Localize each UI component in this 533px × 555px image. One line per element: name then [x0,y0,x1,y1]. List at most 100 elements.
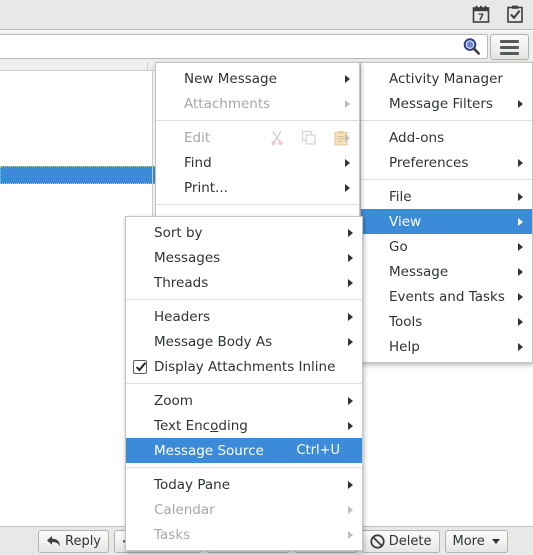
menu-separator [361,120,532,121]
search-icon[interactable] [462,37,481,56]
menu-item-help-label: Help [389,338,420,355]
menu-item-file-label: File [389,188,412,205]
menu-item-edit-label: Edit [184,129,211,146]
menu-item-find-label: Find [184,154,212,171]
submenu-arrow-icon [345,74,350,83]
view-menu-item-headers[interactable]: Headers [126,304,362,329]
hamburger-icon-bar [500,45,519,49]
menu-item-message[interactable]: Message [361,259,532,284]
menu-separator [126,299,362,300]
view-menu-item-messages-label: Messages [154,249,221,266]
menu-separator [156,120,359,121]
view-menu-item-headers-label: Headers [154,308,211,325]
menu-item-view-label: View [389,213,422,230]
menu-item-file[interactable]: File [361,184,532,209]
submenu-arrow-icon [345,158,350,167]
menu-item-message-filters[interactable]: Message Filters [361,91,532,116]
menu-item-new-message-label: New Message [184,70,277,87]
delete-button-label: Delete [388,533,432,549]
reply-button-label: Reply [65,533,102,549]
hamburger-icon-bar [500,51,519,55]
submenu-arrow-icon [345,133,350,142]
menu-item-attachments: Attachments [156,91,359,116]
submenu-arrow-icon [518,292,523,301]
menu-item-edit: Edit [156,125,359,150]
submenu-arrow-icon [348,337,353,346]
view-menu-item-calendar: Calendar [126,497,362,522]
menu-item-preferences-label: Preferences [389,154,469,171]
menu-item-go[interactable]: Go [361,234,532,259]
svg-text:7: 7 [478,13,484,23]
view-menu-item-today-pane[interactable]: Today Pane [126,472,362,497]
submenu-arrow-icon [348,312,353,321]
menu-item-help[interactable]: Help [361,334,532,359]
hamburger-icon-bar [500,39,519,43]
submenu-arrow-icon [518,217,523,226]
view-menu-item-text-encoding[interactable]: Text Encoding [126,413,362,438]
menu-item-add-ons-label: Add-ons [389,129,445,146]
menu-item-message-label: Message [389,263,449,280]
view-menu-item-message-body-as[interactable]: Message Body As [126,329,362,354]
menu-item-activity-manager[interactable]: Activity Manager [361,66,532,91]
delete-button[interactable]: Delete [361,529,440,553]
app-menu-left-panel: New MessageAttachmentsEditFindPrint...Sa… [155,62,360,238]
menu-item-events-and-tasks-label: Events and Tasks [389,288,505,305]
chevron-down-icon [491,538,500,544]
more-button[interactable]: More [444,529,508,553]
menu-item-preferences[interactable]: Preferences [361,150,532,175]
view-menu-item-calendar-label: Calendar [154,501,215,518]
view-menu-item-zoom[interactable]: Zoom [126,388,362,413]
menu-separator [126,467,362,468]
menu-item-view[interactable]: View [361,209,532,234]
view-menu-item-message-source-label: Message Source [154,442,264,459]
reply-button[interactable]: Reply [38,529,110,553]
more-button-label: More [452,533,485,549]
submenu-arrow-icon [518,242,523,251]
view-menu-item-message-source[interactable]: Message Source Ctrl+U [126,438,362,463]
view-menu-item-display-attachments-inline-label: Display Attachments Inline [154,358,336,375]
calendar-icon[interactable]: 7 [471,4,491,24]
menu-item-print[interactable]: Print... [156,175,359,200]
submenu-arrow-icon [348,396,353,405]
submenu-arrow-icon [518,158,523,167]
menu-item-events-and-tasks[interactable]: Events and Tasks [361,284,532,309]
view-menu-item-threads[interactable]: Threads [126,270,362,295]
view-menu-item-messages[interactable]: Messages [126,245,362,270]
menu-item-find[interactable]: Find [156,150,359,175]
submenu-arrow-icon [518,342,523,351]
top-toolbar-icons: 7 [471,4,525,24]
view-menu-item-tasks: Tasks [126,522,362,547]
app-menu-button[interactable] [490,34,529,60]
menu-item-add-ons[interactable]: Add-ons [361,125,532,150]
search-toolbar [0,31,533,62]
submenu-arrow-icon [518,192,523,201]
view-menu-item-sort-by-label: Sort by [154,224,203,241]
top-toolbar: 7 [0,0,533,30]
app-menu-panel: Activity Manager Message Filters Add-ons Pr… [360,62,533,363]
view-menu-item-tasks-label: Tasks [154,526,191,543]
submenu-arrow-icon [348,253,353,262]
submenu-arrow-icon [348,480,353,489]
view-menu-item-threads-label: Threads [154,274,209,291]
submenu-arrow-icon [518,99,523,108]
submenu-arrow-icon [348,505,353,514]
view-menu-item-message-source-shortcut: Ctrl+U [296,443,340,458]
view-menu-item-text-encoding-label: Text Encoding [154,417,248,434]
menu-item-tools-label: Tools [389,313,423,330]
menu-separator [126,383,362,384]
delete-prohibit-icon [370,533,385,549]
menu-item-activity-manager-label: Activity Manager [389,70,503,87]
reply-arrow-icon [47,535,60,547]
menu-item-tools[interactable]: Tools [361,309,532,334]
tasks-icon[interactable] [505,4,525,24]
view-menu-item-sort-by[interactable]: Sort by [126,220,362,245]
menu-separator [156,204,359,205]
submenu-arrow-icon [518,317,523,326]
view-menu-item-display-attachments-inline[interactable]: Display Attachments Inline [126,354,362,379]
submenu-arrow-icon [348,228,353,237]
view-menu-item-zoom-label: Zoom [154,392,193,409]
thunderbird-window: 7 Activity Manager Message Filters Add-o… [0,0,533,555]
submenu-arrow-icon [348,421,353,430]
search-input[interactable] [0,34,488,59]
menu-item-new-message[interactable]: New Message [156,66,359,91]
